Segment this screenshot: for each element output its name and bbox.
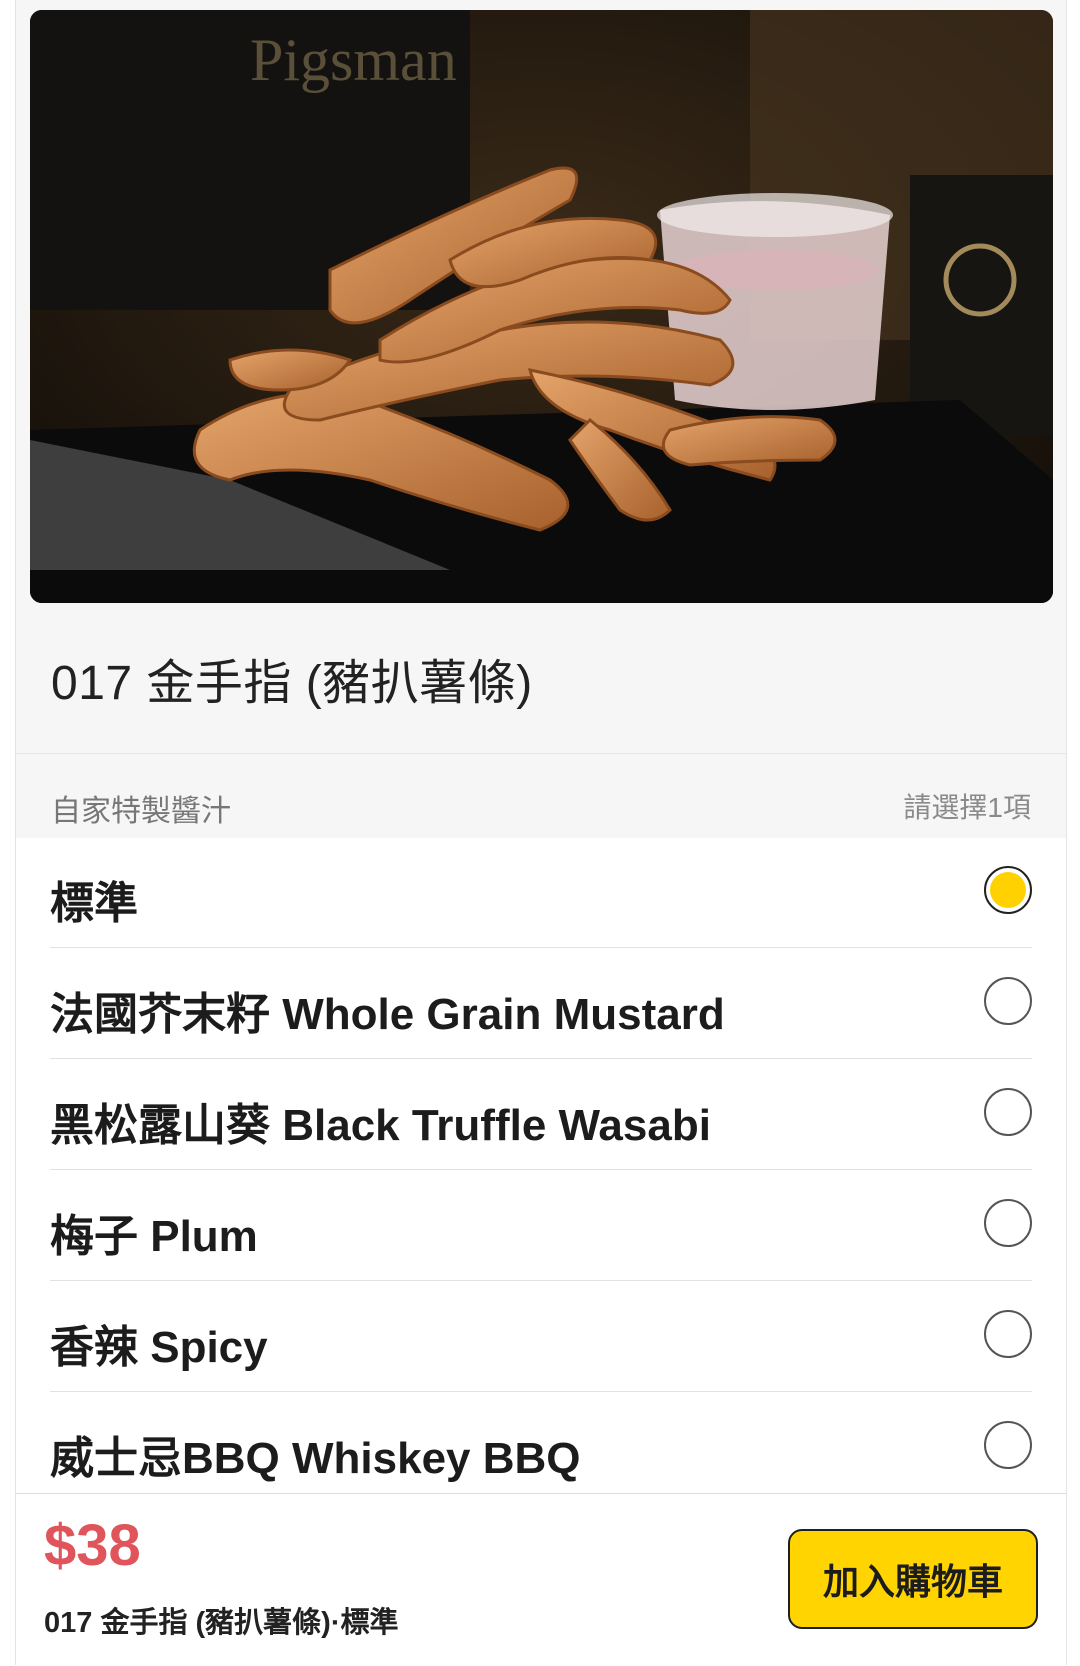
sauce-section-hint: 請選擇1項: [903, 792, 1031, 823]
option-label: 威士忌BBQ Whiskey BBQ: [50, 1434, 581, 1483]
option-label: 標準: [50, 879, 138, 928]
price-label: $38: [44, 1513, 141, 1578]
option-label: 法國芥末籽 Whole Grain Mustard: [50, 990, 725, 1039]
radio-unselected-icon[interactable]: [984, 1421, 1032, 1469]
product-header: Pigsman 017 金手指 (豬扒薯條): [16, 0, 1066, 753]
product-photo: Pigsman: [30, 10, 1053, 603]
sauce-option-standard[interactable]: 標準: [50, 837, 1032, 948]
radio-unselected-icon[interactable]: [984, 977, 1032, 1025]
order-footer: $38 017 金手指 (豬扒薯條)·標準 加入購物車: [16, 1493, 1066, 1666]
radio-unselected-icon[interactable]: [984, 1088, 1032, 1136]
radio-unselected-icon[interactable]: [984, 1310, 1032, 1358]
fried-pork-image: Pigsman: [30, 10, 1053, 603]
sauce-option-whiskey-bbq[interactable]: 威士忌BBQ Whiskey BBQ: [50, 1392, 1032, 1502]
option-label: 黑松露山葵 Black Truffle Wasabi: [50, 1101, 711, 1150]
radio-unselected-icon[interactable]: [984, 1199, 1032, 1247]
product-detail-sheet: Pigsman 017 金手指 (豬扒薯條) 自家特製醬汁 請選擇1項 標準 法…: [15, 0, 1067, 1666]
sauce-options-list: 標準 法國芥末籽 Whole Grain Mustard 黑松露山葵 Black…: [16, 837, 1066, 1502]
sauce-section-header: 自家特製醬汁 請選擇1項: [16, 753, 1066, 838]
sauce-option-truffle-wasabi[interactable]: 黑松露山葵 Black Truffle Wasabi: [50, 1059, 1032, 1170]
order-summary: 017 金手指 (豬扒薯條)·標準: [44, 1607, 399, 1639]
option-label: 梅子 Plum: [50, 1212, 258, 1261]
sauce-option-spicy[interactable]: 香辣 Spicy: [50, 1281, 1032, 1392]
sauce-section-title: 自家特製醬汁: [51, 795, 231, 828]
product-title: 017 金手指 (豬扒薯條): [51, 657, 533, 710]
svg-text:Pigsman: Pigsman: [250, 27, 457, 93]
option-label: 香辣 Spicy: [50, 1323, 268, 1372]
radio-selected-icon[interactable]: [984, 866, 1032, 914]
add-to-cart-button[interactable]: 加入購物車: [788, 1529, 1038, 1629]
sauce-option-mustard[interactable]: 法國芥末籽 Whole Grain Mustard: [50, 948, 1032, 1059]
sauce-option-plum[interactable]: 梅子 Plum: [50, 1170, 1032, 1281]
